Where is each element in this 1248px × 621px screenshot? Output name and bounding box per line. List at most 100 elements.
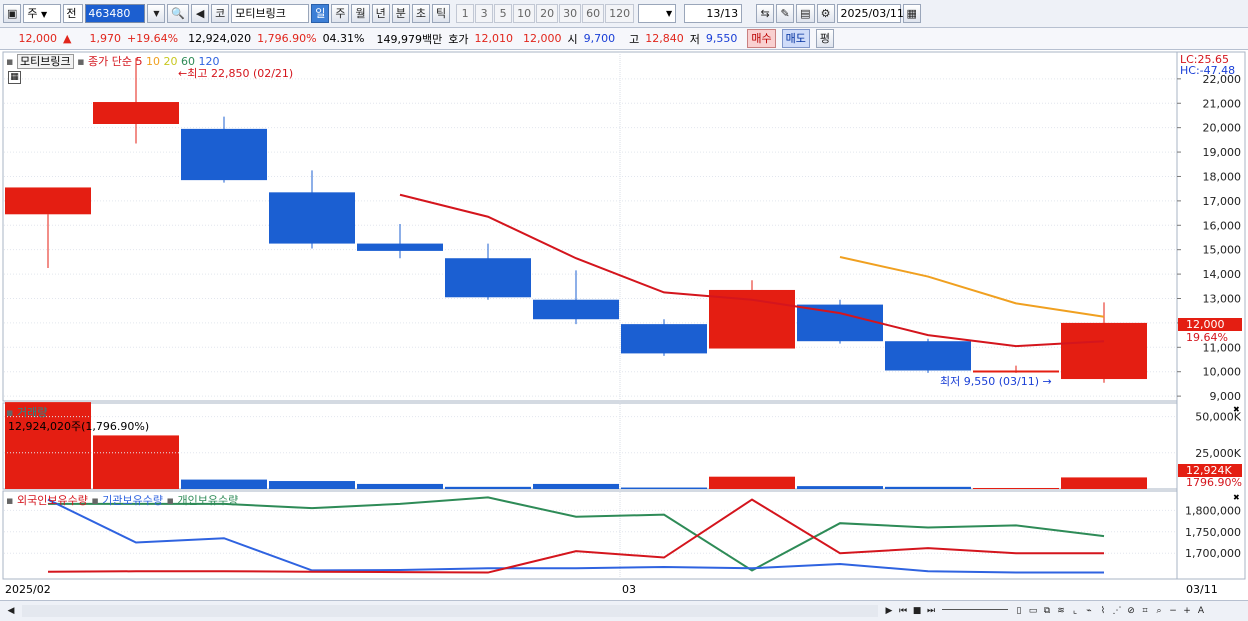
panel-close-icon[interactable]: ✖ (1233, 493, 1240, 502)
candle-body (885, 341, 971, 371)
period-tab[interactable]: 틱 (431, 4, 451, 23)
interval-button[interactable]: 10 (513, 4, 536, 23)
code-dropdown-button[interactable]: ▼ (147, 4, 166, 23)
save-icon[interactable]: ▤ (796, 4, 815, 23)
volume-bar (533, 483, 619, 489)
legend-institution[interactable]: 기관보유수량 (102, 494, 163, 507)
candle-body (445, 258, 531, 298)
price-tick-label: 16,000 (1203, 219, 1242, 232)
zoom-in-icon[interactable]: + (1180, 604, 1194, 618)
legend-individual[interactable]: 개인보유수량 (177, 494, 238, 507)
date-field[interactable]: 2025/03/11 (836, 4, 904, 23)
speaker-icon[interactable]: ◀ (191, 4, 210, 23)
interval-button[interactable]: 3 (475, 4, 494, 23)
volume-bar (269, 481, 355, 489)
volume-rate-tag: 1796.90% (1186, 476, 1242, 489)
period-tab[interactable]: 년 (371, 4, 390, 23)
turnover-rate: 04.31% (322, 32, 365, 45)
holdings-tick-label: 1,700,000 (1185, 547, 1241, 560)
zoom-out-icon[interactable]: − (1166, 604, 1180, 618)
layout-icon[interactable]: ▣ (3, 4, 22, 23)
candle-body (357, 243, 443, 251)
tool-icon[interactable]: ▯ (1012, 604, 1026, 618)
high-annotation: ←최고 22,850 (02/21) (178, 67, 294, 80)
tool-icon[interactable]: ⋰ (1110, 604, 1124, 618)
interval-button[interactable]: 1 (456, 4, 475, 23)
legend-square-icon: ▪ (91, 494, 99, 507)
interval-button[interactable]: 5 (494, 4, 513, 23)
stock-name-field[interactable]: 모티브링크 (231, 4, 310, 23)
tool-icon[interactable]: ▭ (1026, 604, 1040, 618)
high-price: 12,840 (645, 32, 684, 45)
volume-bar (445, 486, 531, 489)
tool-icon[interactable]: ⌗ (1138, 604, 1152, 618)
candle-body (1061, 322, 1147, 380)
legend-stock-name[interactable]: 모티브링크 (16, 54, 74, 69)
legend-ma-label[interactable]: 종가 단순 (88, 55, 132, 68)
period-select[interactable]: 주 ▼ (23, 4, 62, 23)
rewind-icon[interactable]: ⏮ (896, 604, 910, 618)
current-price-tag: 12,000 (1178, 318, 1242, 331)
candle-body (5, 187, 91, 215)
chart-area[interactable]: 22,000 21,000 20,000 19,000 18,000 17,000 16,0… (0, 51, 1248, 600)
chart-canvas[interactable]: 22,00021,00020,00019,00018,00017,00016,0… (0, 51, 1248, 600)
font-size-icon[interactable]: A (1194, 604, 1208, 618)
volume-value: 12,924,020 (188, 32, 252, 45)
tool-icon[interactable]: ⊘ (1124, 604, 1138, 618)
chevron-down-icon: ▼ (41, 10, 48, 19)
interval-dropdown[interactable]: ▼ (638, 4, 677, 23)
scroll-right-icon[interactable]: ▶ (882, 604, 896, 618)
sell-button[interactable]: 매도 (781, 29, 810, 48)
market-label[interactable]: 코 (211, 4, 230, 23)
legend-square-icon: ▪ (6, 494, 14, 507)
interval-button[interactable]: 60 (582, 4, 605, 23)
x-axis-mid: 03 (622, 583, 636, 596)
x-axis-start: 2025/02 (5, 583, 51, 596)
candle-body (621, 324, 707, 354)
scroll-left-icon[interactable]: ◀ (4, 604, 18, 618)
stock-code-input[interactable]: 463480 (85, 4, 146, 23)
tool-icon[interactable]: ≋ (1054, 604, 1068, 618)
period-tab[interactable]: 월 (351, 4, 370, 23)
legend-ma10: 10 (146, 55, 161, 68)
legend-foreign[interactable]: 외국인보유수량 (17, 494, 88, 507)
calendar-icon[interactable]: ▦ (902, 4, 921, 23)
period-tab[interactable]: 일 (311, 4, 330, 23)
interval-button[interactable]: 30 (559, 4, 582, 23)
compare-icon[interactable]: ⇆ (756, 4, 775, 23)
scroll-toolbar: ◀ ▶ ⏮ ■ ⏭ ▯ ▭ ⧉ ≋ ⌞ ⌁ ⌇ ⋰ ⊘ ⌗ ⌕ − + A (0, 600, 1248, 621)
buy-button[interactable]: 매수 (747, 29, 776, 48)
price-tick-label: 17,000 (1203, 195, 1242, 208)
stop-icon[interactable]: ■ (910, 604, 924, 618)
count-field[interactable]: 13/13 (684, 4, 743, 23)
tool-icon[interactable]: ⌞ (1068, 604, 1082, 618)
volume-bar (709, 476, 795, 489)
quote-label: 호가 (448, 32, 469, 46)
zoom-icon[interactable]: ⌕ (1152, 604, 1166, 618)
grid-toggle-icon[interactable]: ▦ (8, 71, 21, 84)
fast-forward-icon[interactable]: ⏭ (924, 604, 938, 618)
price-tick-label: 13,000 (1203, 292, 1242, 305)
period-tab[interactable]: 분 (391, 4, 410, 23)
prev-select[interactable]: 전 (63, 4, 84, 23)
eval-button[interactable]: 평 (815, 29, 834, 48)
change-value: 1,970 (89, 32, 121, 45)
price-tick-label: 14,000 (1203, 268, 1242, 281)
price-tick-label: 9,000 (1210, 390, 1242, 403)
draw-icon[interactable]: ✎ (776, 4, 795, 23)
interval-button[interactable]: 120 (605, 4, 635, 23)
tool-icon[interactable]: ⌇ (1096, 604, 1110, 618)
volume-bar (797, 486, 883, 489)
horizontal-scrollbar[interactable] (22, 605, 878, 617)
panel-close-icon[interactable]: ✖ (1233, 405, 1240, 414)
period-tab[interactable]: 주 (331, 4, 350, 23)
period-tab[interactable]: 초 (411, 4, 430, 23)
tool-icon[interactable]: ⧉ (1040, 604, 1054, 618)
search-icon[interactable]: 🔍 (167, 4, 190, 23)
volume-bar (1061, 477, 1147, 489)
zoom-slider[interactable] (942, 609, 1008, 613)
gear-icon[interactable]: ⚙ (816, 4, 835, 23)
tool-icon[interactable]: ⌁ (1082, 604, 1096, 618)
interval-button[interactable]: 20 (536, 4, 559, 23)
legend-square-icon: ▪ (166, 494, 174, 507)
